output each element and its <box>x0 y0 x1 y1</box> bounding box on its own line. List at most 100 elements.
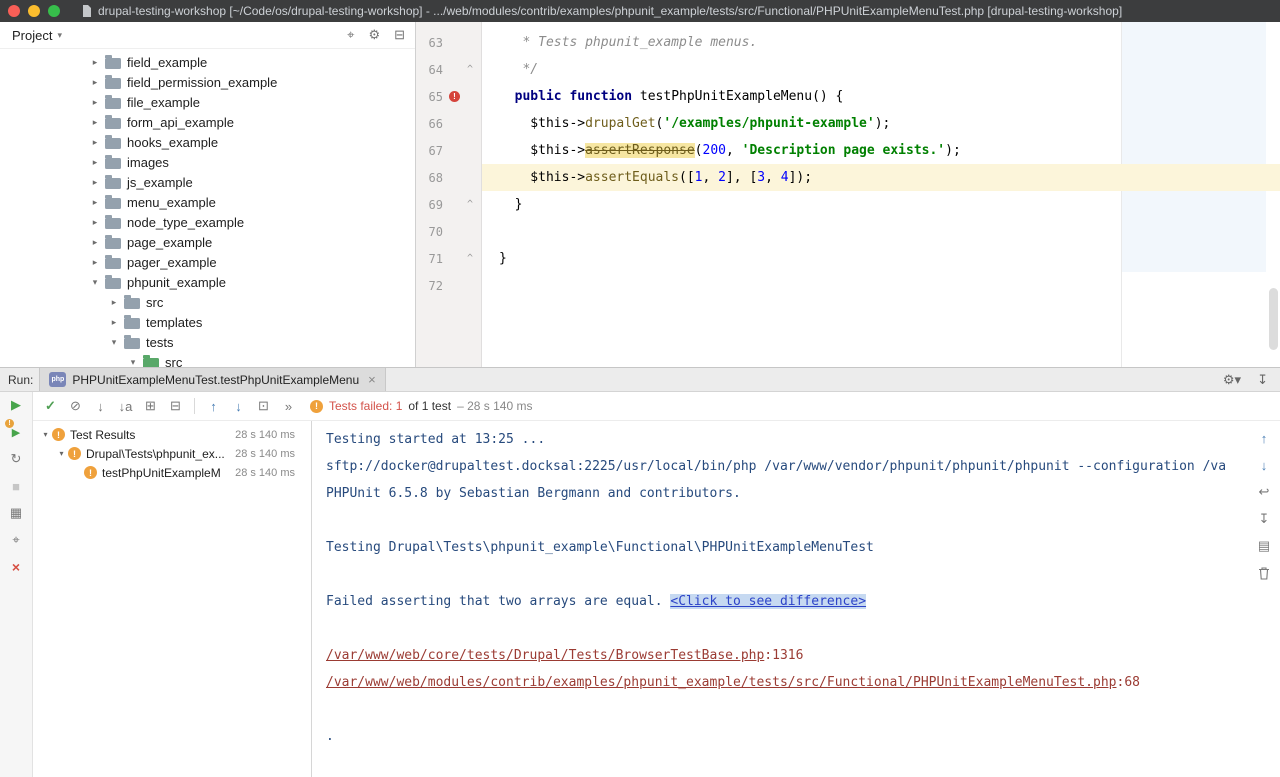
sort-alphabetically-icon[interactable]: ↓a <box>114 396 137 416</box>
project-tool-button[interactable]: Project <box>12 28 52 43</box>
chevron-right-icon[interactable]: ▸ <box>88 217 102 228</box>
editor-gutter[interactable]: 6364^65!66676869^7071^72 <box>416 22 482 367</box>
project-tree-item[interactable]: ▸js_example <box>0 172 415 192</box>
line-number: 66 <box>416 117 443 131</box>
project-tree-item[interactable]: ▸page_example <box>0 232 415 252</box>
fold-marker-icon[interactable]: ^ <box>463 199 477 210</box>
stacktrace-file-link[interactable]: /var/www/web/modules/contrib/examples/ph… <box>326 675 1117 690</box>
chevron-down-icon[interactable]: ▾ <box>88 277 102 288</box>
import-test-results-icon[interactable]: ⊡ <box>252 396 275 416</box>
settings-gear-icon[interactable]: ⚙▾ <box>1223 372 1241 388</box>
code-line[interactable]: * Tests phpunit_example menus. <box>482 29 1280 56</box>
chevron-right-icon[interactable]: ▸ <box>88 197 102 208</box>
project-tree-item[interactable]: ▾src <box>0 352 415 367</box>
pin-tab-button[interactable]: ⌖ <box>7 531 25 549</box>
chevron-right-icon[interactable]: ▸ <box>88 257 102 268</box>
more-icon[interactable]: » <box>277 396 300 416</box>
project-tree-item[interactable]: ▸images <box>0 152 415 172</box>
editor-code[interactable]: * Tests phpunit_example menus. */ public… <box>482 22 1280 367</box>
project-tree-item[interactable]: ▸menu_example <box>0 192 415 212</box>
locate-file-icon[interactable]: ⌖ <box>347 27 354 43</box>
project-tree-item[interactable]: ▸templates <box>0 312 415 332</box>
chevron-right-icon[interactable]: ▸ <box>88 117 102 128</box>
chevron-down-icon[interactable]: ▾ <box>55 449 68 458</box>
previous-failed-test-icon[interactable]: ↑ <box>202 396 225 416</box>
print-icon[interactable]: ▤ <box>1255 537 1273 555</box>
fold-marker-icon[interactable]: ^ <box>463 64 477 75</box>
hide-window-icon[interactable]: ↧ <box>1257 372 1268 388</box>
expand-all-icon[interactable]: ⊞ <box>139 396 162 416</box>
next-stacktrace-icon[interactable]: ↓ <box>1255 456 1273 474</box>
code-line[interactable]: } <box>482 245 1280 272</box>
code-line[interactable] <box>482 218 1280 245</box>
project-tree-item[interactable]: ▸field_permission_example <box>0 72 415 92</box>
chevron-right-icon[interactable]: ▸ <box>107 317 121 328</box>
project-tree-item[interactable]: ▾tests <box>0 332 415 352</box>
chevron-right-icon[interactable]: ▸ <box>107 297 121 308</box>
minimize-window-button[interactable] <box>28 5 40 17</box>
project-tree-item[interactable]: ▾phpunit_example <box>0 272 415 292</box>
close-button[interactable]: × <box>7 558 25 576</box>
project-tree-item[interactable]: ▸ pager_example <box>0 252 415 272</box>
stacktrace-file-link[interactable]: /var/www/web/core/tests/Drupal/Tests/Bro… <box>326 648 764 663</box>
close-window-button[interactable] <box>8 5 20 17</box>
main-area: Project ▾ ⌖ ⚙ ⊟ ▸field_example▸field_permi… <box>0 22 1280 368</box>
prev-stacktrace-icon[interactable]: ↑ <box>1255 429 1273 447</box>
test-console[interactable]: Testing started at 13:25 ...sftp://docke… <box>312 421 1248 777</box>
show-ignored-icon[interactable]: ⊘ <box>64 396 87 416</box>
chevron-right-icon[interactable]: ▸ <box>88 157 102 168</box>
see-difference-link[interactable]: <Click to see difference> <box>670 594 866 609</box>
clear-all-icon[interactable] <box>1255 564 1273 582</box>
restore-layout-button[interactable]: ▦ <box>7 504 25 522</box>
chevron-down-icon[interactable]: ▾ <box>57 30 62 41</box>
chevron-down-icon[interactable]: ▾ <box>39 430 52 439</box>
code-line[interactable]: public function testPhpUnitExampleMenu()… <box>482 83 1280 110</box>
project-tree-item[interactable]: ▸field_example <box>0 52 415 72</box>
code-line[interactable]: $this->assertEquals([1, 2], [3, 4]); <box>482 164 1280 191</box>
chevron-right-icon[interactable]: ▸ <box>88 57 102 68</box>
rerun-button[interactable]: ▶ <box>7 396 25 414</box>
test-tree-item[interactable]: ▾!Drupal\Tests\phpunit_ex...28 s 140 ms <box>33 444 311 463</box>
test-item-duration: 28 s 140 ms <box>229 448 295 460</box>
toggle-auto-test-button[interactable]: ↻ <box>7 450 25 468</box>
test-tree-item[interactable]: ▾!Test Results28 s 140 ms <box>33 425 311 444</box>
project-tree-item[interactable]: ▸form_api_example <box>0 112 415 132</box>
editor-scrollbar[interactable] <box>1269 288 1278 350</box>
test-tree-item[interactable]: !testPhpUnitExampleM28 s 140 ms <box>33 463 311 482</box>
project-tree-item[interactable]: ▸file_example <box>0 92 415 112</box>
code-line[interactable]: $this->drupalGet('/examples/phpunit-exam… <box>482 110 1280 137</box>
zoom-window-button[interactable] <box>48 5 60 17</box>
stop-button[interactable]: ■ <box>7 477 25 495</box>
project-item-label: pager_example <box>127 255 217 270</box>
collapse-all-icon[interactable]: ⊟ <box>164 396 187 416</box>
code-line[interactable]: $this->assertResponse(200, 'Description … <box>482 137 1280 164</box>
hide-panel-icon[interactable]: ⊟ <box>394 27 405 43</box>
show-passed-icon[interactable]: ✓ <box>39 396 62 416</box>
chevron-right-icon[interactable]: ▸ <box>88 97 102 108</box>
chevron-down-icon[interactable]: ▾ <box>107 337 121 348</box>
toolbar-separator <box>194 398 195 414</box>
chevron-down-icon[interactable]: ▾ <box>126 357 140 368</box>
run-tab[interactable]: php PHPUnitExampleMenuTest.testPhpUnitEx… <box>39 368 385 391</box>
chevron-right-icon[interactable]: ▸ <box>88 237 102 248</box>
code-line[interactable]: */ <box>482 56 1280 83</box>
project-tree-item[interactable]: ▸node_type_example <box>0 212 415 232</box>
console-text: Testing started at 13:25 ... <box>326 432 545 447</box>
soft-wrap-icon[interactable]: ↩ <box>1255 483 1273 501</box>
next-failed-test-icon[interactable]: ↓ <box>227 396 250 416</box>
close-tab-icon[interactable]: × <box>368 372 376 387</box>
chevron-right-icon[interactable]: ▸ <box>88 77 102 88</box>
code-line[interactable] <box>482 272 1280 299</box>
scroll-to-end-icon[interactable]: ↧ <box>1255 510 1273 528</box>
project-tree-item[interactable]: ▸src <box>0 292 415 312</box>
chevron-right-icon[interactable]: ▸ <box>88 177 102 188</box>
chevron-right-icon[interactable]: ▸ <box>88 137 102 148</box>
settings-gear-icon[interactable]: ⚙ <box>368 27 380 43</box>
rerun-failed-tests-button[interactable]: ▶ <box>7 423 25 441</box>
project-tree-item[interactable]: ▸hooks_example <box>0 132 415 152</box>
fold-marker-icon[interactable]: ^ <box>463 253 477 264</box>
failed-test-gutter-icon[interactable]: ! <box>446 91 463 102</box>
failed-test-marker[interactable]: ! <box>449 91 460 102</box>
code-line[interactable]: } <box>482 191 1280 218</box>
sort-by-duration-icon[interactable]: ↓ <box>89 396 112 416</box>
